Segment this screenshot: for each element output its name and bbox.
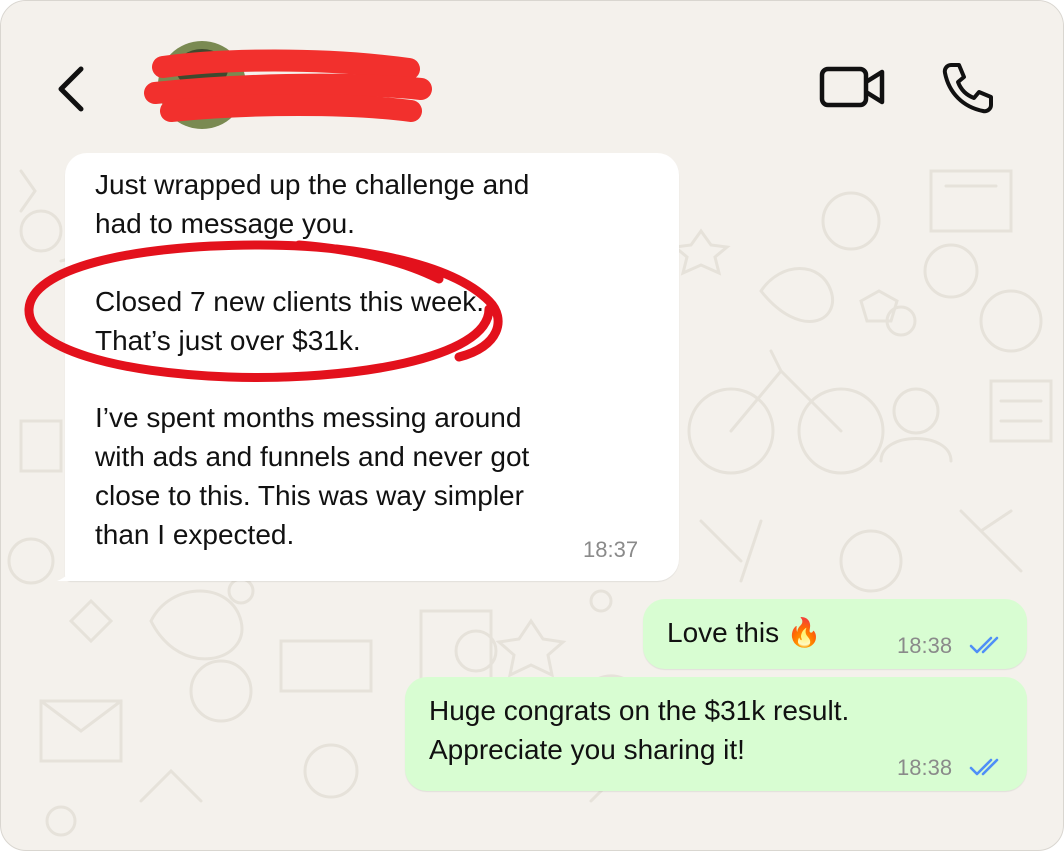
outgoing-message-bubble[interactable]: Huge congrats on the $31k result. Apprec… bbox=[405, 677, 1027, 791]
video-camera-icon[interactable] bbox=[817, 63, 887, 111]
read-receipt-icon bbox=[969, 758, 999, 776]
message-text: Love this 🔥 bbox=[667, 617, 822, 648]
outgoing-message-bubble[interactable]: Love this 🔥 18:38 bbox=[643, 599, 1027, 669]
message-text: Huge congrats on the $31k result. Apprec… bbox=[429, 695, 850, 765]
chat-header bbox=[1, 1, 1063, 151]
message-paragraph-highlighted: Closed 7 new clients this week. That’s j… bbox=[95, 286, 485, 356]
message-timestamp: 18:38 bbox=[897, 755, 953, 780]
bubble-tail bbox=[57, 557, 81, 581]
read-receipt-icon bbox=[969, 636, 999, 654]
redaction-scribble bbox=[144, 49, 432, 122]
message-paragraph: I’ve spent months messing around with ad… bbox=[95, 402, 530, 550]
chevron-left-icon[interactable] bbox=[51, 63, 91, 115]
chat-screen: Just wrapped up the challenge and had to… bbox=[0, 0, 1064, 851]
incoming-message-bubble[interactable]: Just wrapped up the challenge and had to… bbox=[65, 153, 679, 581]
message-paragraph: Just wrapped up the challenge and had to… bbox=[95, 169, 530, 239]
phone-icon[interactable] bbox=[939, 59, 997, 117]
message-timestamp: 18:38 bbox=[897, 633, 953, 658]
message-timestamp: 18:37 bbox=[583, 537, 639, 562]
